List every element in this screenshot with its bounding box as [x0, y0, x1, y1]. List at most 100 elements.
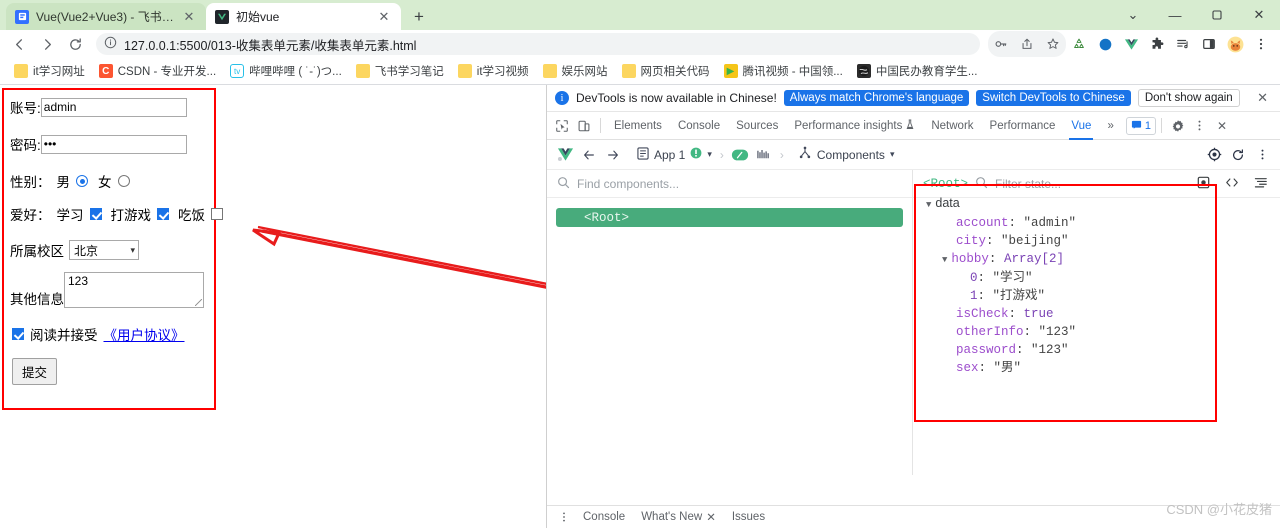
app-selector[interactable]: App 1 ▾ [633, 146, 716, 163]
bookmark-item-3[interactable]: 飞书学习笔记 [350, 61, 450, 81]
puzzle-extensions-icon[interactable] [1144, 31, 1170, 57]
state-item-city[interactable]: city: "beijing" [926, 232, 1205, 250]
tab-elements[interactable]: Elements [606, 112, 670, 140]
key-icon[interactable] [988, 31, 1014, 57]
bookmark-item-0[interactable]: it学习网址 [8, 61, 91, 81]
settings-gear-icon[interactable] [1167, 115, 1189, 137]
close-icon[interactable]: ✕ [1238, 0, 1280, 30]
address-bar[interactable]: 127.0.0.1:5500/013-收集表单元素/收集表单元素.html [96, 33, 980, 55]
bookmark-item-1[interactable]: C CSDN - 专业开发... [93, 61, 222, 81]
account-input[interactable]: admin [40, 97, 187, 117]
browser-tab-0[interactable]: Vue(Vue2+Vue3) - 飞书云文档 ✕ [6, 3, 206, 30]
inspect-element-icon[interactable] [551, 115, 573, 137]
bookmark-item-2[interactable]: tv 哔哩哔哩 ( ˙-˙)つ... [224, 61, 348, 81]
state-item-hobby[interactable]: ▼ hobby: Array[2] [926, 250, 1205, 269]
devtools-menu-icon[interactable] [1189, 115, 1211, 137]
address-bar-url: 127.0.0.1:5500/013-收集表单元素/收集表单元素.html [124, 38, 417, 53]
recycle-icon[interactable] [1066, 31, 1092, 57]
sex-option-1-label: 女 [98, 175, 112, 190]
tab-performance-insights[interactable]: Performance insights [786, 112, 923, 140]
issues-badge[interactable]: 1 [1125, 116, 1156, 135]
close-icon[interactable]: ✕ [706, 510, 716, 524]
more-tabs-icon[interactable]: » [1099, 112, 1121, 140]
drawer-tab-issues[interactable]: Issues [724, 511, 773, 523]
refresh-icon[interactable] [1226, 143, 1250, 167]
back-icon[interactable] [6, 31, 32, 57]
hobby-checkbox-study[interactable] [89, 208, 102, 220]
bookmark-star-icon[interactable] [1040, 31, 1066, 57]
state-item-password[interactable]: password: "123" [926, 341, 1205, 359]
hobby-checkbox-eating[interactable] [211, 208, 223, 220]
vue-menu-icon[interactable] [1250, 143, 1274, 167]
profile-avatar-icon[interactable] [1222, 31, 1248, 57]
drawer-tab-console[interactable]: Console [575, 511, 633, 523]
sex-radio-male[interactable] [76, 175, 88, 187]
open-in-editor-icon[interactable] [1225, 176, 1239, 192]
caret-down-icon[interactable]: ▼ [942, 255, 947, 265]
minimize-icon[interactable]: — [1154, 0, 1196, 30]
bookmark-item-4[interactable]: it学习视频 [452, 61, 535, 81]
chevron-down-icon[interactable]: ⌄ [1112, 0, 1154, 30]
forward-icon[interactable] [601, 143, 625, 167]
other-info-textarea[interactable]: 123 [64, 272, 204, 308]
tree-node-root[interactable]: <Root> [556, 208, 903, 227]
hobby-checkbox-gaming[interactable] [157, 208, 169, 220]
browser-tab-1[interactable]: 初始vue ✕ [206, 3, 401, 30]
always-match-language-button[interactable]: Always match Chrome's language [783, 90, 970, 106]
view-selector[interactable]: Components ▾ [794, 146, 899, 163]
playlist-icon[interactable] [1170, 31, 1196, 57]
dont-show-again-button[interactable]: Don't show again [1137, 89, 1240, 107]
state-item-account[interactable]: account: "admin" [926, 214, 1205, 232]
tab-console[interactable]: Console [670, 112, 728, 140]
state-item-hobby-1[interactable]: 1: "打游戏" [926, 287, 1205, 305]
collapse-all-icon[interactable] [1254, 176, 1268, 192]
component-search-row[interactable]: Find components... [547, 170, 912, 198]
folder-icon [621, 64, 636, 78]
share-icon[interactable] [1014, 31, 1040, 57]
component-search-input[interactable]: Find components... [577, 177, 679, 191]
password-input[interactable]: ••• [40, 134, 187, 154]
info-icon: i [555, 91, 569, 105]
maximize-icon[interactable] [1196, 0, 1238, 30]
reload-icon[interactable] [62, 31, 88, 57]
device-toolbar-icon[interactable] [573, 115, 595, 137]
target-select-icon[interactable] [1202, 143, 1226, 167]
tab-sources[interactable]: Sources [728, 112, 786, 140]
timeline-icon[interactable] [752, 143, 776, 167]
page-info-icon[interactable] [104, 36, 117, 52]
user-agreement-link[interactable]: 《用户协议》 [104, 324, 185, 344]
state-item-ischeck[interactable]: isCheck: true [926, 305, 1205, 323]
submit-button[interactable]: 提交 [12, 358, 58, 385]
account-row: 账号: admin [10, 97, 187, 117]
drawer-menu-icon[interactable] [553, 506, 575, 528]
bookmark-item-6[interactable]: 网页相关代码 [616, 61, 716, 81]
state-item-otherinfo[interactable]: otherInfo: "123" [926, 323, 1205, 341]
tab-performance[interactable]: Performance [982, 112, 1064, 140]
tab-network[interactable]: Network [923, 112, 981, 140]
agreement-checkbox[interactable] [12, 328, 24, 340]
route-pill-icon[interactable] [728, 143, 752, 167]
bookmark-item-8[interactable]: 中国民办教育学生... [851, 61, 984, 81]
bookmark-item-5[interactable]: 娱乐网站 [537, 61, 614, 81]
close-icon[interactable]: ✕ [1253, 90, 1272, 106]
close-devtools-icon[interactable]: ✕ [1211, 115, 1233, 137]
circle-extension-icon[interactable] [1092, 31, 1118, 57]
sex-radio-female[interactable] [117, 175, 130, 187]
vue-devtools-icon[interactable] [1118, 31, 1144, 57]
side-panel-icon[interactable] [1196, 31, 1222, 57]
browser-tab-1-close-icon[interactable]: ✕ [376, 9, 392, 25]
chrome-menu-icon[interactable] [1248, 31, 1274, 57]
campus-select[interactable]: 北京 ▾ [69, 240, 139, 260]
new-tab-button[interactable]: + [405, 3, 433, 30]
caret-down-icon[interactable]: ▼ [926, 200, 931, 210]
back-icon[interactable] [577, 143, 601, 167]
state-item-hobby-0[interactable]: 0: "学习" [926, 269, 1205, 287]
switch-devtools-chinese-button[interactable]: Switch DevTools to Chinese [976, 90, 1131, 106]
browser-tab-0-close-icon[interactable]: ✕ [181, 9, 197, 25]
forward-icon[interactable] [34, 31, 60, 57]
state-group-data[interactable]: ▼ data [926, 194, 1205, 214]
bookmark-item-7[interactable]: ▶ 腾讯视频 - 中国领... [718, 61, 849, 81]
drawer-tab-whats-new[interactable]: What's New ✕ [633, 510, 724, 524]
state-item-sex[interactable]: sex: "男" [926, 359, 1205, 377]
tab-vue[interactable]: Vue [1063, 112, 1099, 140]
